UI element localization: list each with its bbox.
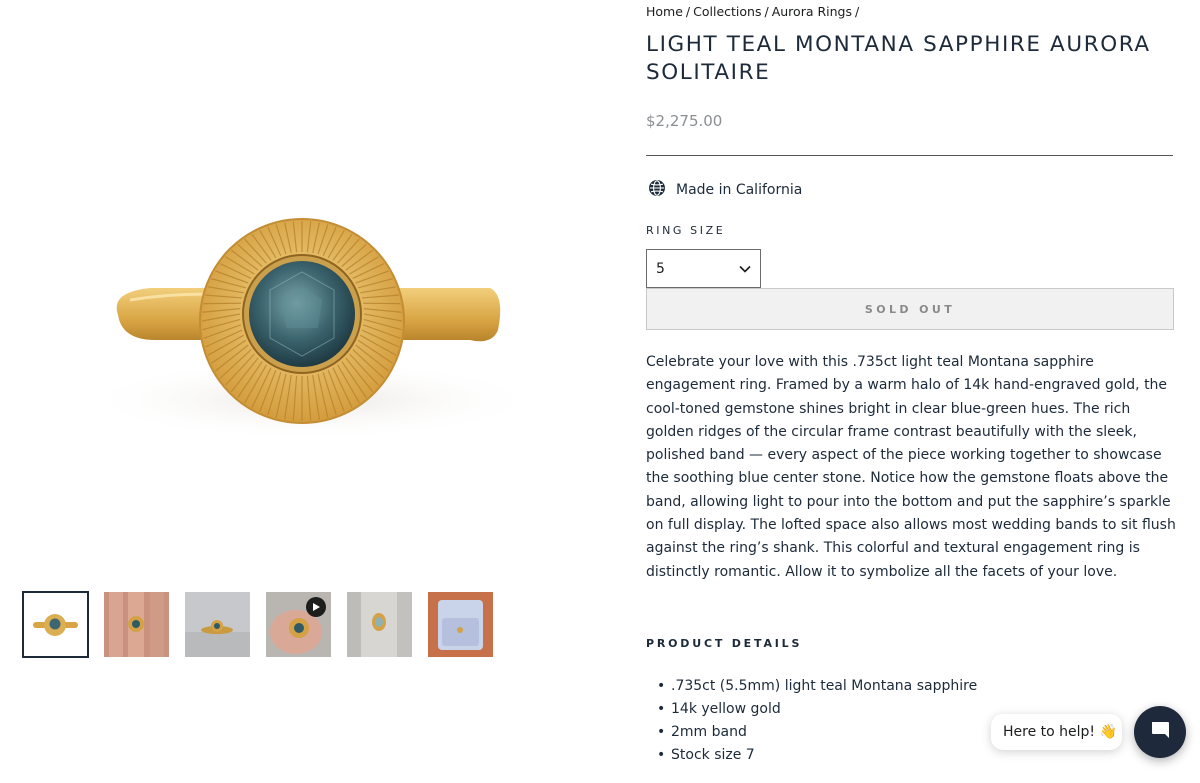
breadcrumb-collections[interactable]: Collections (693, 4, 761, 19)
breadcrumb-separator: / (855, 4, 860, 19)
main-product-image[interactable] (60, 150, 560, 480)
chat-bubble-icon (1149, 719, 1171, 745)
globe-icon (648, 179, 666, 201)
product-details-list: .735ct (5.5mm) light teal Montana sapphi… (657, 675, 977, 767)
thumbnail-5[interactable] (347, 592, 412, 657)
play-icon[interactable] (306, 597, 326, 617)
origin-note: Made in California (648, 179, 802, 201)
ring-size-label: RING SIZE (646, 224, 726, 237)
thumbnail-3[interactable] (185, 592, 250, 657)
thumbnail-video[interactable] (266, 592, 331, 657)
chevron-down-icon (739, 261, 751, 277)
chat-button[interactable] (1134, 706, 1186, 758)
breadcrumb-separator: / (685, 4, 691, 19)
list-item: .735ct (5.5mm) light teal Montana sapphi… (657, 675, 977, 698)
sold-out-button[interactable]: SOLD OUT (646, 288, 1174, 330)
ring-size-value: 5 (656, 260, 665, 277)
product-description: Celebrate your love with this .735ct lig… (646, 354, 1176, 580)
breadcrumb-separator: / (764, 4, 769, 19)
thumbnail-strip (22, 591, 493, 658)
breadcrumb-aurora-rings[interactable]: Aurora Rings (772, 4, 852, 19)
product-title: LIGHT TEAL MONTANA SAPPHIRE AURORA SOLIT… (646, 32, 1151, 85)
chat-prompt[interactable]: Here to help! 👋 (991, 714, 1122, 750)
thumbnail-1[interactable] (22, 591, 89, 658)
origin-text: Made in California (676, 182, 803, 198)
thumbnail-2[interactable] (104, 592, 169, 657)
list-item: 2mm band (657, 721, 977, 744)
product-details-heading: PRODUCT DETAILS (646, 637, 803, 650)
list-item: Stock size 7 (657, 744, 977, 767)
breadcrumb-home[interactable]: Home (646, 4, 683, 19)
list-item: 14k yellow gold (657, 698, 977, 721)
divider (646, 155, 1173, 156)
breadcrumb: Home / Collections / Aurora Rings / (646, 4, 862, 19)
ring-size-select[interactable]: 5 (646, 249, 761, 288)
product-price: $2,275.00 (646, 112, 723, 130)
thumbnail-6[interactable] (428, 592, 493, 657)
